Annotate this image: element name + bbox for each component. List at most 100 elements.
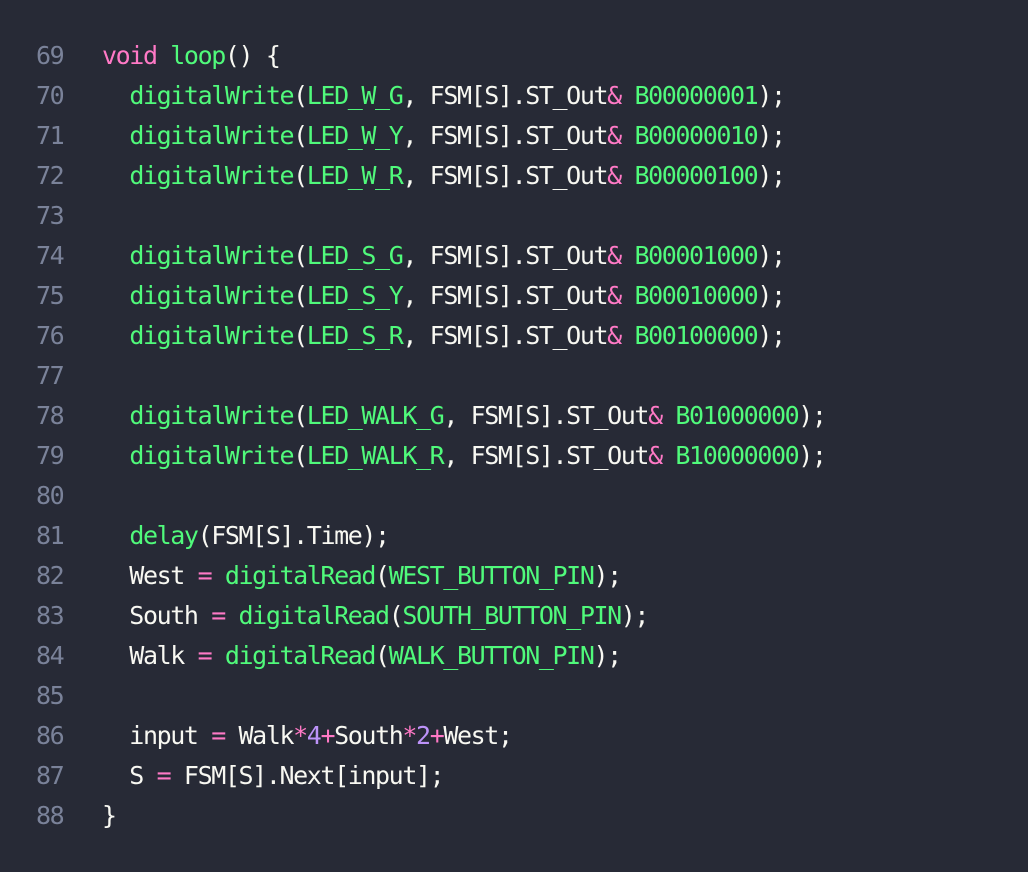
code-token: LED_W_Y bbox=[306, 121, 404, 150]
code-token: = bbox=[211, 721, 226, 750]
line-number: 86 bbox=[36, 721, 65, 750]
code-line: 69 void loop() { bbox=[0, 36, 1028, 76]
code-token: } bbox=[102, 801, 117, 830]
code-text: digitalWrite(LED_W_Y, FSM[S].ST_Out& B00… bbox=[72, 116, 786, 156]
code-token: + bbox=[320, 721, 335, 750]
code-token: () { bbox=[224, 41, 281, 70]
line-number: 87 bbox=[36, 761, 65, 790]
code-token: = bbox=[197, 641, 213, 670]
line-number: 85 bbox=[36, 681, 65, 710]
code-token: * bbox=[293, 721, 308, 750]
code-token: ); bbox=[757, 281, 786, 310]
code-token: , FSM[S].ST_Out bbox=[443, 441, 649, 470]
code-token: South bbox=[102, 601, 212, 630]
line-number: 88 bbox=[36, 801, 65, 830]
code-token: ( bbox=[293, 441, 308, 470]
line-number: 72 bbox=[36, 161, 65, 190]
line-number: 71 bbox=[36, 121, 65, 150]
code-token: ( bbox=[293, 321, 308, 350]
code-token: LED_WALK_G bbox=[306, 401, 445, 430]
code-text: digitalWrite(LED_WALK_R, FSM[S].ST_Out& … bbox=[72, 436, 827, 476]
code-token: input bbox=[102, 721, 212, 750]
code-editor: 69 void loop() {70 digitalWrite(LED_W_G, … bbox=[0, 0, 1028, 872]
code-token: digitalWrite bbox=[129, 321, 294, 350]
code-token: ); bbox=[757, 241, 786, 270]
line-number: 79 bbox=[36, 441, 65, 470]
line-number: 73 bbox=[36, 201, 65, 230]
code-token: ( bbox=[293, 281, 308, 310]
code-token: void bbox=[102, 41, 158, 70]
code-token: & bbox=[607, 281, 622, 310]
code-token: digitalWrite bbox=[129, 81, 294, 110]
line-number: 82 bbox=[36, 561, 65, 590]
code-token: * bbox=[402, 721, 417, 750]
code-text: } bbox=[72, 796, 117, 836]
code-token: ); bbox=[798, 401, 827, 430]
code-token: ); bbox=[798, 441, 827, 470]
code-line: 71 digitalWrite(LED_W_Y, FSM[S].ST_Out& … bbox=[0, 116, 1028, 156]
code-token: & bbox=[607, 161, 622, 190]
code-token: + bbox=[429, 721, 445, 750]
code-token: 2 bbox=[416, 721, 431, 750]
code-token: LED_S_G bbox=[306, 241, 404, 270]
code-text: input = Walk*4+South*2+West; bbox=[72, 716, 513, 756]
code-token: B00001000 bbox=[634, 241, 758, 270]
code-token: B00000010 bbox=[634, 121, 758, 150]
code-line: 85 bbox=[0, 676, 1028, 716]
code-token: West; bbox=[443, 721, 513, 750]
code-token: & bbox=[648, 441, 663, 470]
code-line: 87 S = FSM[S].Next[input]; bbox=[0, 756, 1028, 796]
code-line: 72 digitalWrite(LED_W_R, FSM[S].ST_Out& … bbox=[0, 156, 1028, 196]
line-number: 81 bbox=[36, 521, 65, 550]
code-token: & bbox=[607, 241, 622, 270]
code-token: ); bbox=[593, 641, 622, 670]
line-number: 77 bbox=[36, 361, 65, 390]
code-token: ( bbox=[293, 161, 308, 190]
code-token: , FSM[S].ST_Out bbox=[402, 161, 608, 190]
code-line: 79 digitalWrite(LED_WALK_R, FSM[S].ST_Ou… bbox=[0, 436, 1028, 476]
code-token: , FSM[S].ST_Out bbox=[402, 241, 608, 270]
code-line: 74 digitalWrite(LED_S_G, FSM[S].ST_Out& … bbox=[0, 236, 1028, 276]
code-token: (FSM[S].Time); bbox=[197, 521, 391, 550]
code-line: 86 input = Walk*4+South*2+West; bbox=[0, 716, 1028, 756]
code-token: LED_W_G bbox=[306, 81, 404, 110]
code-line: 73 bbox=[0, 196, 1028, 236]
code-line: 76 digitalWrite(LED_S_R, FSM[S].ST_Out& … bbox=[0, 316, 1028, 356]
code-token: ); bbox=[757, 161, 786, 190]
code-token: digitalWrite bbox=[129, 241, 294, 270]
code-token: 4 bbox=[306, 721, 322, 750]
code-line: 88} bbox=[0, 796, 1028, 836]
line-number: 70 bbox=[36, 81, 65, 110]
code-token: & bbox=[607, 321, 622, 350]
code-token: WALK_BUTTON_PIN bbox=[388, 641, 595, 670]
code-token: , FSM[S].ST_Out bbox=[443, 401, 649, 430]
code-text: South = digitalRead(SOUTH_BUTTON_PIN); bbox=[72, 596, 649, 636]
code-text: S = FSM[S].Next[input]; bbox=[72, 756, 444, 796]
code-token: S bbox=[102, 761, 157, 790]
code-token: digitalRead bbox=[238, 601, 391, 630]
code-token: ( bbox=[293, 121, 308, 150]
code-token: SOUTH_BUTTON_PIN bbox=[402, 601, 622, 630]
code-line: 81 delay(FSM[S].Time); bbox=[0, 516, 1028, 556]
code-token: ( bbox=[375, 641, 390, 670]
code-token: LED_WALK_R bbox=[306, 441, 445, 470]
code-line: 75 digitalWrite(LED_S_Y, FSM[S].ST_Out& … bbox=[0, 276, 1028, 316]
code-token: Walk bbox=[102, 641, 198, 670]
code-line: 80 bbox=[0, 476, 1028, 516]
code-token: = bbox=[211, 601, 226, 630]
code-token: B01000000 bbox=[675, 401, 799, 430]
